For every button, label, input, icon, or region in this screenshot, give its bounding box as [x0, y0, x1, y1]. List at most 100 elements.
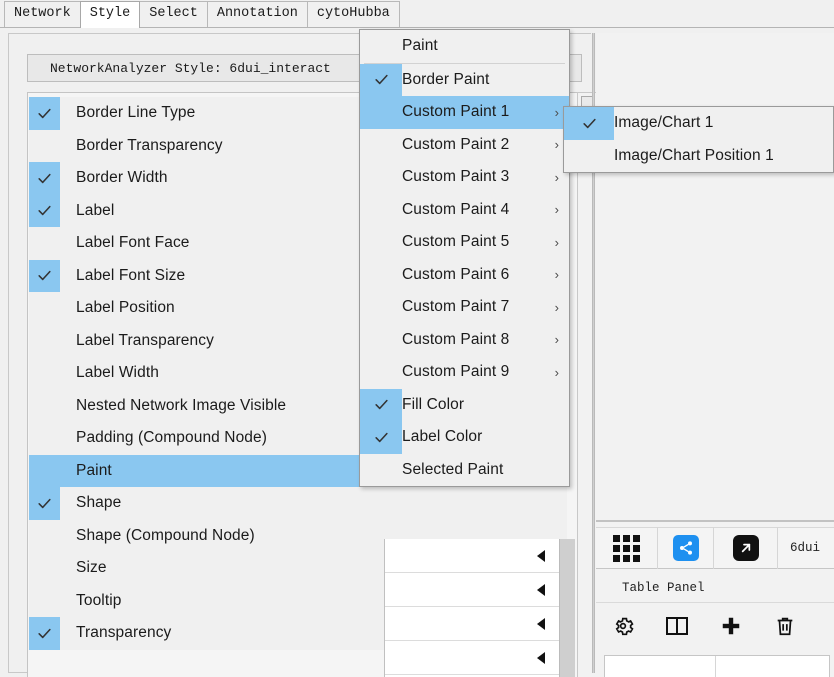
- gear-icon: [612, 615, 634, 642]
- checkbox-empty-icon[interactable]: [29, 520, 60, 553]
- menu-item-selected-paint[interactable]: Selected Paint: [360, 453, 569, 487]
- menu-item-custom-paint-1[interactable]: Custom Paint 1 ›: [360, 96, 569, 129]
- property-row-shape[interactable]: Shape: [29, 487, 567, 520]
- menu-item-image-chart-position-1[interactable]: Image/Chart Position 1: [564, 139, 833, 173]
- checkbox-empty-icon[interactable]: [29, 455, 60, 488]
- checkbox-empty-icon[interactable]: [29, 552, 60, 585]
- property-label: Label: [76, 201, 115, 219]
- table-settings-button[interactable]: [596, 604, 650, 652]
- property-label: Border Transparency: [76, 136, 223, 154]
- table-add-button[interactable]: [704, 604, 758, 652]
- menu-item-custom-paint-4[interactable]: Custom Paint 4 ›: [360, 193, 569, 227]
- chevron-right-icon: ›: [554, 299, 559, 315]
- checkmark-icon[interactable]: [29, 487, 60, 520]
- checkmark-icon[interactable]: [29, 194, 60, 227]
- triangle-left-icon: [537, 549, 545, 562]
- property-label: Size: [76, 559, 107, 577]
- checkbox-empty-icon[interactable]: [29, 357, 60, 390]
- menu-item-label: Custom Paint 4: [402, 200, 510, 218]
- triangle-left-icon: [537, 617, 545, 630]
- table-panel-body[interactable]: [604, 655, 830, 677]
- paint-submenu-header-label: Paint: [402, 37, 438, 55]
- checkbox-empty-icon[interactable]: [29, 422, 60, 455]
- expand-view-button[interactable]: [714, 527, 778, 569]
- checkmark-icon[interactable]: [564, 107, 614, 140]
- menu-check-slot[interactable]: [360, 291, 402, 324]
- tab-select[interactable]: Select: [139, 1, 208, 27]
- table-row[interactable]: [385, 539, 559, 573]
- table-row[interactable]: [385, 641, 559, 675]
- network-name-label: 6dui: [790, 541, 821, 555]
- menu-item-fill-color[interactable]: Fill Color: [360, 388, 569, 421]
- table-row[interactable]: [385, 573, 559, 607]
- grid-icon: [613, 534, 640, 562]
- menu-item-label: Custom Paint 1: [402, 103, 510, 121]
- grid-layout-button[interactable]: [596, 527, 658, 569]
- checkbox-empty-icon[interactable]: [29, 390, 60, 423]
- menu-check-slot[interactable]: [360, 356, 402, 389]
- table-column-divider: [715, 656, 716, 677]
- property-label: Shape (Compound Node): [76, 526, 255, 544]
- chevron-right-icon: ›: [554, 267, 559, 283]
- checkbox-empty-icon[interactable]: [29, 325, 60, 358]
- menu-check-slot[interactable]: [360, 259, 402, 292]
- menu-item-label: Fill Color: [402, 395, 465, 413]
- checkmark-icon[interactable]: [29, 162, 60, 195]
- menu-item-image-chart-1[interactable]: Image/Chart 1: [564, 107, 833, 140]
- tab-cytohubba[interactable]: cytoHubba: [306, 1, 400, 27]
- property-label: Padding (Compound Node): [76, 429, 268, 447]
- menu-check-slot[interactable]: [360, 226, 402, 259]
- menu-item-label: Selected Paint: [402, 460, 504, 478]
- menu-check-slot[interactable]: [360, 161, 402, 194]
- menu-item-label: Label Color: [402, 428, 483, 446]
- checkmark-icon[interactable]: [29, 97, 60, 130]
- menu-check-slot[interactable]: [360, 194, 402, 227]
- menu-item-label: Custom Paint 2: [402, 135, 510, 153]
- checkbox-empty-icon[interactable]: [29, 585, 60, 618]
- property-label: Label Width: [76, 364, 159, 382]
- chevron-right-icon: ›: [554, 234, 559, 250]
- network-toolbar: 6dui: [596, 527, 834, 569]
- property-label: Label Transparency: [76, 331, 214, 349]
- checkbox-empty-icon[interactable]: [29, 292, 60, 325]
- menu-item-custom-paint-5[interactable]: Custom Paint 5 ›: [360, 226, 569, 259]
- menu-item-custom-paint-2[interactable]: Custom Paint 2 ›: [360, 128, 569, 162]
- menu-item-custom-paint-9[interactable]: Custom Paint 9 ›: [360, 356, 569, 389]
- checkmark-icon[interactable]: [360, 388, 402, 421]
- menu-item-custom-paint-3[interactable]: Custom Paint 3 ›: [360, 161, 569, 194]
- table-columns-button[interactable]: [650, 604, 704, 652]
- checkmark-icon[interactable]: [360, 63, 402, 96]
- menu-item-label: Custom Paint 5: [402, 233, 510, 251]
- checkbox-empty-icon[interactable]: [29, 227, 60, 260]
- tab-network[interactable]: Network: [4, 1, 81, 27]
- menu-item-custom-paint-7[interactable]: Custom Paint 7 ›: [360, 291, 569, 324]
- style-name-label: NetworkAnalyzer Style: 6dui_interact: [50, 60, 331, 76]
- application-window: Network Style Select Annotation cytoHubb…: [0, 0, 834, 677]
- table-row[interactable]: [385, 607, 559, 641]
- checkbox-empty-icon[interactable]: [29, 130, 60, 163]
- menu-check-slot[interactable]: [360, 129, 402, 162]
- menu-item-label-color[interactable]: Label Color: [360, 421, 569, 454]
- menu-item-custom-paint-8[interactable]: Custom Paint 8 ›: [360, 323, 569, 357]
- menu-item-label: Custom Paint 6: [402, 265, 510, 283]
- tab-annotation[interactable]: Annotation: [206, 1, 308, 27]
- triangle-left-icon: [537, 583, 545, 596]
- property-label: Label Position: [76, 299, 175, 317]
- checkmark-icon[interactable]: [29, 617, 60, 650]
- checkmark-icon[interactable]: [360, 421, 402, 454]
- menu-item-custom-paint-6[interactable]: Custom Paint 6 ›: [360, 258, 569, 292]
- share-button[interactable]: [658, 527, 714, 569]
- property-label: Transparency: [76, 624, 172, 642]
- table-delete-button[interactable]: [758, 604, 812, 652]
- control-panel-tabbar: Network Style Select Annotation cytoHubb…: [0, 0, 834, 28]
- menu-check-slot[interactable]: [360, 96, 402, 129]
- menu-check-slot[interactable]: [360, 324, 402, 357]
- menu-check-slot[interactable]: [564, 140, 614, 173]
- expand-arrow-icon: [732, 535, 759, 561]
- table-scrollbar[interactable]: [559, 539, 575, 677]
- checkmark-icon[interactable]: [29, 259, 60, 292]
- menu-item-border-paint[interactable]: Border Paint: [360, 63, 569, 96]
- menu-check-slot[interactable]: [360, 454, 402, 487]
- tab-style[interactable]: Style: [79, 1, 141, 28]
- table-panel-header: Table Panel: [596, 573, 834, 603]
